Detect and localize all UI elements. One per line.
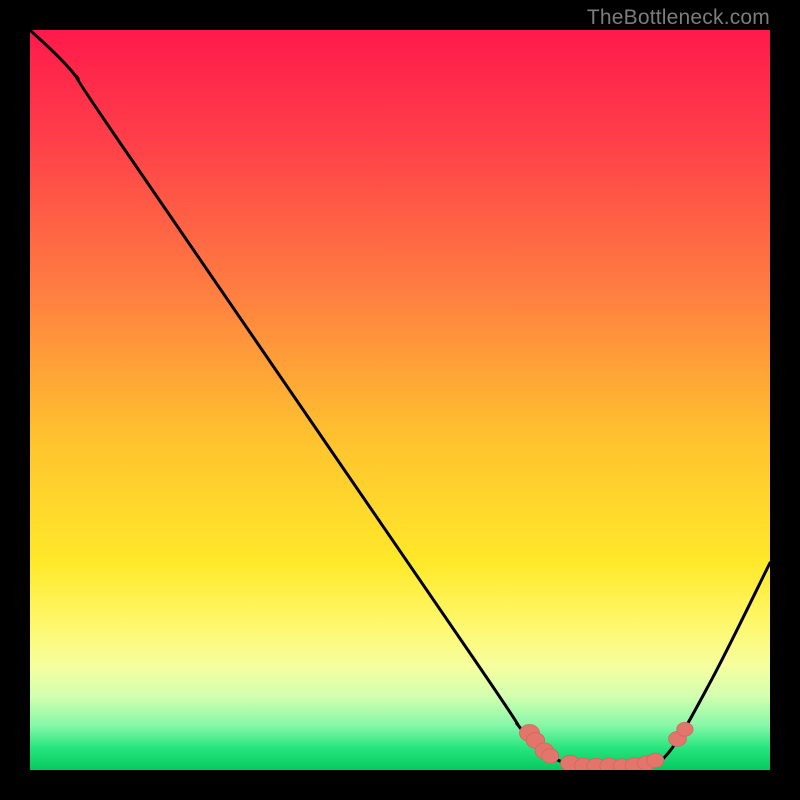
watermark-text: TheBottleneck.com — [587, 6, 770, 30]
bottleneck-curve — [30, 30, 770, 768]
data-point — [647, 753, 664, 767]
plot-area — [30, 30, 770, 770]
data-point — [677, 722, 693, 736]
data-point-markers — [520, 722, 694, 770]
chart-frame: TheBottleneck.com — [0, 0, 800, 800]
curve-layer — [30, 30, 770, 770]
data-point — [542, 749, 559, 763]
